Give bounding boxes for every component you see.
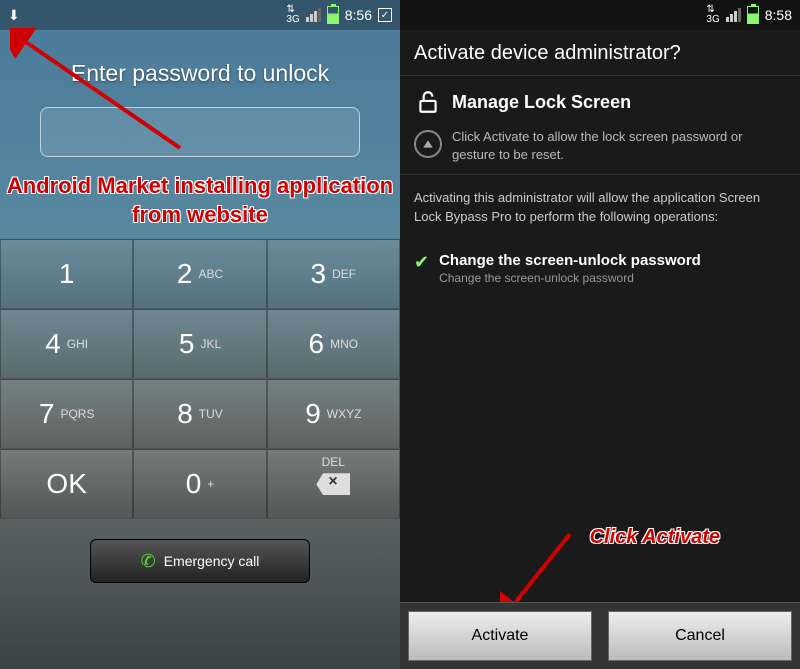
status-bar-right: ⇅3G 8:58 — [400, 0, 800, 30]
network-icon: ⇅3G — [286, 5, 299, 25]
emergency-call-button[interactable]: ✆ Emergency call — [90, 539, 310, 583]
key-letters: DEF — [332, 267, 356, 281]
operation-subtitle: Change the screen-unlock password — [439, 271, 701, 285]
key-3[interactable]: 3 DEF — [267, 239, 400, 309]
app-description-row: Click Activate to allow the lock screen … — [400, 128, 800, 175]
network-icon: ⇅3G — [706, 5, 719, 25]
status-bar-left: ⬇ ⇅3G 8:56 ✓ — [0, 0, 400, 30]
key-letters: GHI — [67, 337, 88, 351]
key-number: 6 — [309, 328, 325, 360]
check-icon: ✔ — [414, 252, 429, 285]
key-9[interactable]: 9 WXYZ — [267, 379, 400, 449]
cancel-button[interactable]: Cancel — [608, 611, 792, 661]
key-number: OK — [46, 468, 86, 500]
signal-icon — [726, 8, 741, 22]
emergency-label: Emergency call — [164, 553, 260, 569]
key-ok[interactable]: OK — [0, 449, 133, 519]
key-1[interactable]: 1 — [0, 239, 133, 309]
key-number: 7 — [39, 398, 55, 430]
app-description: Click Activate to allow the lock screen … — [452, 128, 786, 164]
key-letters: PQRS — [60, 407, 94, 421]
key-8[interactable]: 8 TUV — [133, 379, 266, 449]
key-number: 5 — [179, 328, 195, 360]
key-number: 1 — [59, 258, 75, 290]
battery-icon — [747, 6, 759, 24]
battery-icon — [327, 6, 339, 24]
key-letters: + — [207, 477, 214, 491]
phone-icon: ✆ — [141, 551, 156, 572]
annotation-activate: Click Activate — [590, 526, 720, 549]
checkbox-icon: ✓ — [378, 8, 392, 22]
clock: 8:58 — [765, 7, 792, 23]
key-letters: JKL — [200, 337, 221, 351]
app-header: Manage Lock Screen — [400, 76, 800, 128]
key-5[interactable]: 5 JKL — [133, 309, 266, 379]
key-6[interactable]: 6 MNO — [267, 309, 400, 379]
collapse-up-icon[interactable] — [414, 130, 442, 158]
key-0[interactable]: 0+ — [133, 449, 266, 519]
key-number: 2 — [177, 258, 193, 290]
key-number: 0 — [186, 468, 202, 500]
signal-icon — [306, 8, 321, 22]
key-delete[interactable]: DEL — [267, 449, 400, 519]
unlock-prompt: Enter password to unlock — [0, 60, 400, 87]
annotation-install: Android Market installing application fr… — [0, 172, 400, 229]
operation-title: Change the screen-unlock password — [439, 252, 701, 269]
key-7[interactable]: 7 PQRS — [0, 379, 133, 449]
key-letters: ABC — [198, 267, 223, 281]
key-number: 4 — [45, 328, 61, 360]
key-4[interactable]: 4 GHI — [0, 309, 133, 379]
key-letters: TUV — [199, 407, 223, 421]
backspace-icon — [316, 473, 350, 495]
dialog-title: Activate device administrator? — [400, 30, 800, 76]
admin-body-text: Activating this administrator will allow… — [400, 175, 800, 239]
activate-button[interactable]: Activate — [408, 611, 592, 661]
keypad: 12ABC3DEF4GHI5JKL6MNO7PQRS8TUV9WXYZOK0+D… — [0, 239, 400, 519]
key-letters: MNO — [330, 337, 358, 351]
lock-open-icon — [414, 88, 442, 116]
key-2[interactable]: 2 ABC — [133, 239, 266, 309]
operation-row: ✔ Change the screen-unlock password Chan… — [400, 240, 800, 297]
admin-dialog-phone: ⇅3G 8:58 Activate device administrator? … — [400, 0, 800, 669]
cancel-label: Cancel — [675, 627, 725, 645]
password-input[interactable] — [40, 107, 360, 157]
key-letters: WXYZ — [327, 407, 362, 421]
download-icon: ⬇ — [8, 7, 20, 24]
key-number: 3 — [311, 258, 327, 290]
clock: 8:56 — [345, 7, 372, 23]
lock-screen-phone: ⬇ ⇅3G 8:56 ✓ Enter password to unlock An… — [0, 0, 400, 669]
activate-label: Activate — [472, 627, 529, 645]
key-number: 8 — [177, 398, 193, 430]
key-number: 9 — [305, 398, 321, 430]
dialog-buttons: Activate Cancel — [400, 602, 800, 669]
app-name: Manage Lock Screen — [452, 92, 631, 113]
